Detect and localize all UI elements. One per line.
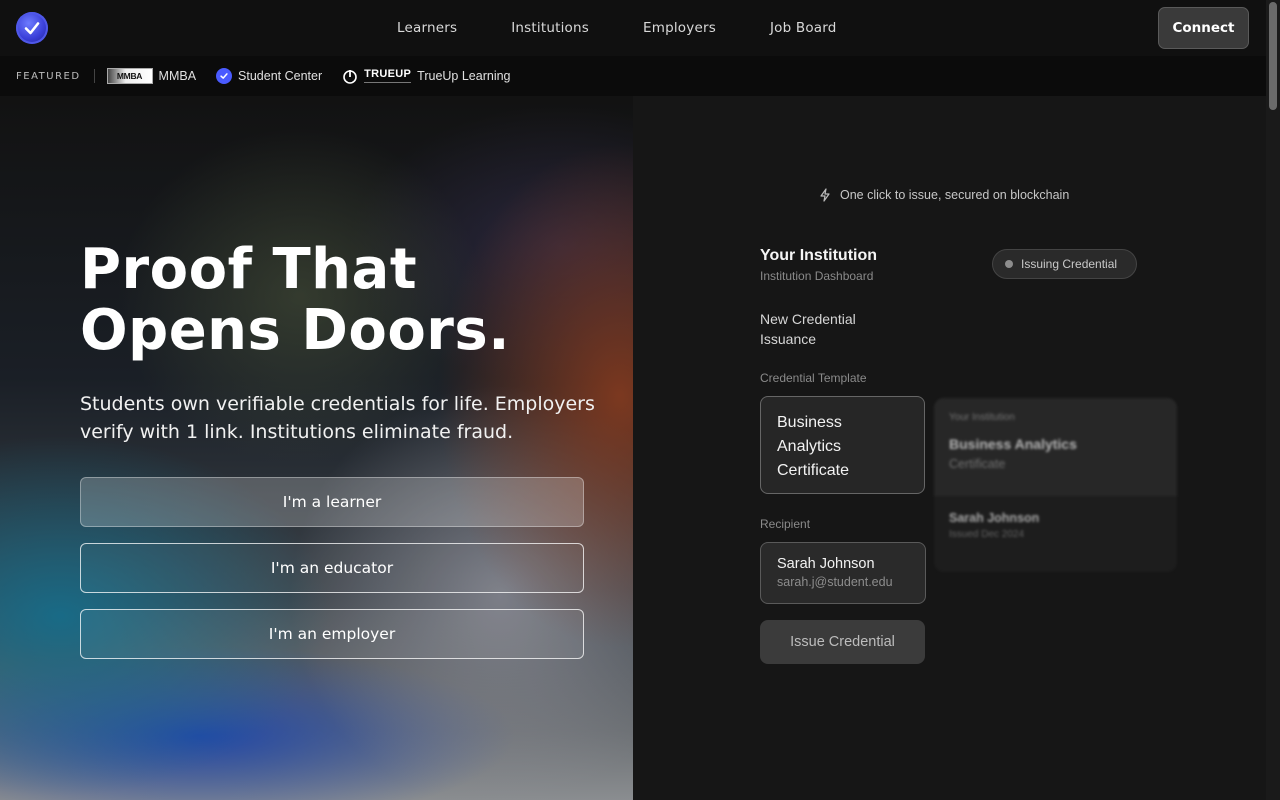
educator-button[interactable]: I'm an educator [80,543,584,593]
credential-preview-card: Your Institution Business Analytics Cert… [934,398,1177,572]
status-badge: Issuing Credential [992,249,1137,279]
tagline: One click to issue, secured on blockchai… [818,188,1069,202]
featured-label: FEATURED [16,70,81,82]
status-text: Issuing Credential [1021,257,1118,271]
nav-link-learners[interactable]: Learners [379,20,457,36]
connect-button[interactable]: Connect [1158,7,1249,49]
mmba-logo: MMBA [106,68,153,84]
issue-credential-button[interactable]: Issue Credential [760,620,925,664]
featured-item-name: Student Center [238,69,323,83]
learner-button[interactable]: I'm a learner [80,477,584,527]
nav-link-job-board[interactable]: Job Board [752,20,837,36]
hero-subtitle: Students own verifiable credentials for … [80,393,595,443]
hero-section: Proof That Opens Doors. Students own ver… [0,96,633,800]
top-navigation: Learners Institutions Employers Job Boar… [0,0,1266,56]
status-dot-icon [1005,260,1013,268]
power-icon [343,70,357,84]
recipient-name: Sarah Johnson [777,556,875,572]
nav-links: Learners Institutions Employers Job Boar… [379,0,873,56]
employer-button[interactable]: I'm an employer [80,609,584,659]
hero-title: Proof That Opens Doors. [80,239,600,361]
featured-item-trueup[interactable]: TRUEUP TrueUp Learning [342,68,511,84]
preview-header: Your Institution Business Analytics Cert… [934,398,1177,496]
recipient-label: Recipient [760,517,811,531]
featured-item-student-center[interactable]: Student Center [216,68,322,84]
scrollbar[interactable] [1266,0,1280,800]
recipient-field[interactable]: Sarah Johnson sarah.j@student.edu [760,542,926,604]
nav-link-employers[interactable]: Employers [625,20,716,36]
preview-subtitle: Certificate [949,457,1006,471]
preview-recipient: Sarah Johnson [949,511,1040,525]
institution-subtitle: Institution Dashboard [760,269,874,283]
preview-footer: Sarah Johnson Issued Dec 2024 [934,496,1177,555]
credential-demo-panel: One click to issue, secured on blockchai… [633,96,1266,800]
hero-title-line2: Opens Doors. [80,298,511,363]
section-title: New Credential Issuance [760,311,856,347]
trueup-logo: TRUEUP [364,69,412,83]
hero-title-line1: Proof That [80,237,418,302]
verified-badge-icon [216,68,233,84]
featured-bar: FEATURED MMBA MMBA Student Center TRUEUP… [0,56,1266,96]
featured-item-mmba[interactable]: MMBA MMBA [106,68,197,84]
preview-title: Business Analytics [949,436,1077,452]
template-select[interactable]: Business Analytics Certificate [760,396,925,494]
brand-logo-icon[interactable] [16,12,48,44]
checkmark-icon [24,22,40,35]
featured-item-name: MMBA [158,69,197,83]
scrollbar-thumb[interactable] [1269,2,1277,110]
nav-link-institutions[interactable]: Institutions [493,20,589,36]
institution-title: Your Institution [760,247,878,264]
tagline-text: One click to issue, secured on blockchai… [840,188,1070,202]
featured-item-name: TrueUp Learning [417,69,511,83]
divider [93,69,95,83]
preview-date: Issued Dec 2024 [949,529,1025,540]
preview-institution: Your Institution [949,412,1015,423]
recipient-email: sarah.j@student.edu [777,575,893,589]
lightning-icon [820,188,830,202]
template-label: Credential Template [760,371,867,385]
